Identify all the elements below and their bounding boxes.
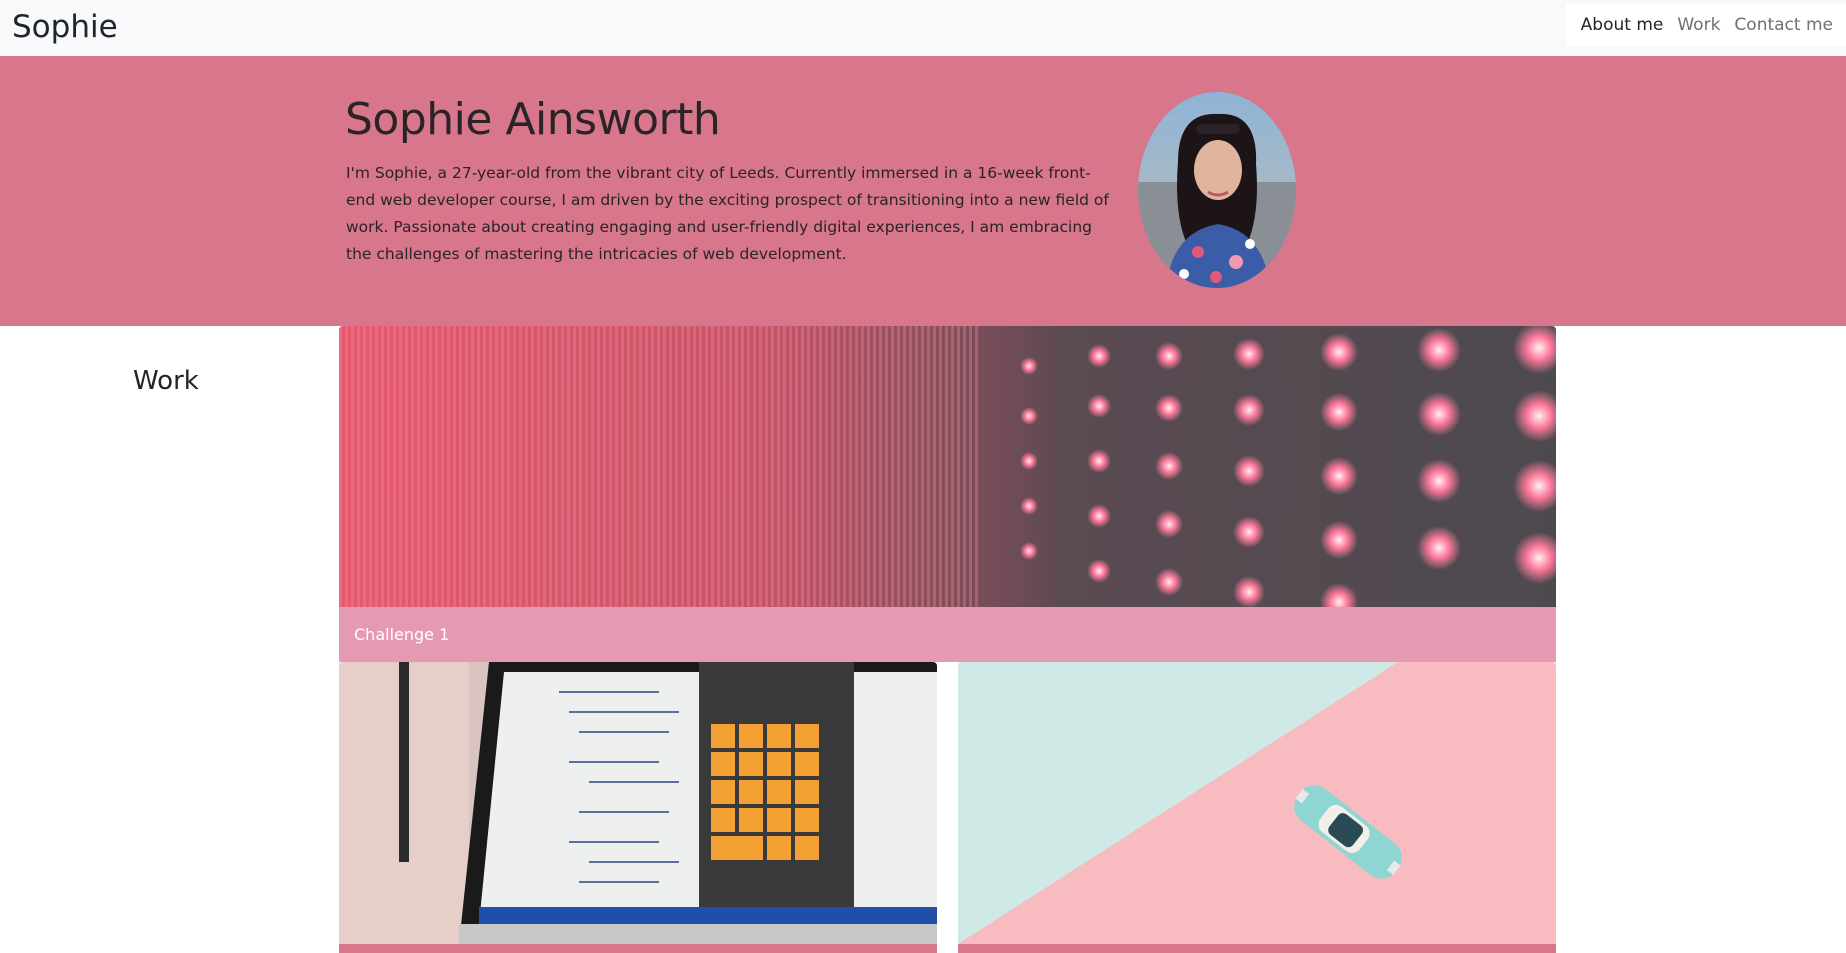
avatar bbox=[1138, 92, 1296, 288]
card-image-toy-car bbox=[958, 662, 1556, 944]
work-card-2[interactable] bbox=[339, 662, 937, 953]
nav-link-work[interactable]: Work bbox=[1670, 4, 1727, 46]
hero-name: Sophie Ainsworth bbox=[345, 94, 721, 145]
card-image-led-lights bbox=[339, 326, 1556, 607]
work-heading: Work bbox=[133, 366, 199, 396]
work-card-3[interactable] bbox=[958, 662, 1556, 953]
card-caption bbox=[339, 944, 937, 953]
card-caption: Challenge 1 bbox=[339, 607, 1556, 662]
brand-link[interactable]: Sophie bbox=[12, 8, 118, 46]
nav-link-about[interactable]: About me bbox=[1574, 4, 1671, 46]
navbar: Sophie About me Work Contact me bbox=[0, 0, 1846, 56]
work-card-challenge-1[interactable]: Challenge 1 bbox=[339, 326, 1556, 662]
card-image-laptop-calculator bbox=[339, 662, 937, 944]
card-caption bbox=[958, 944, 1556, 953]
nav-links: About me Work Contact me bbox=[1565, 4, 1846, 46]
hero-bio: I'm Sophie, a 27-year-old from the vibra… bbox=[346, 164, 1109, 263]
avatar-photo bbox=[1138, 92, 1296, 288]
nav-link-contact[interactable]: Contact me bbox=[1727, 4, 1840, 46]
hero-section: Sophie Ainsworth I'm Sophie, a 27-year-o… bbox=[0, 56, 1846, 326]
